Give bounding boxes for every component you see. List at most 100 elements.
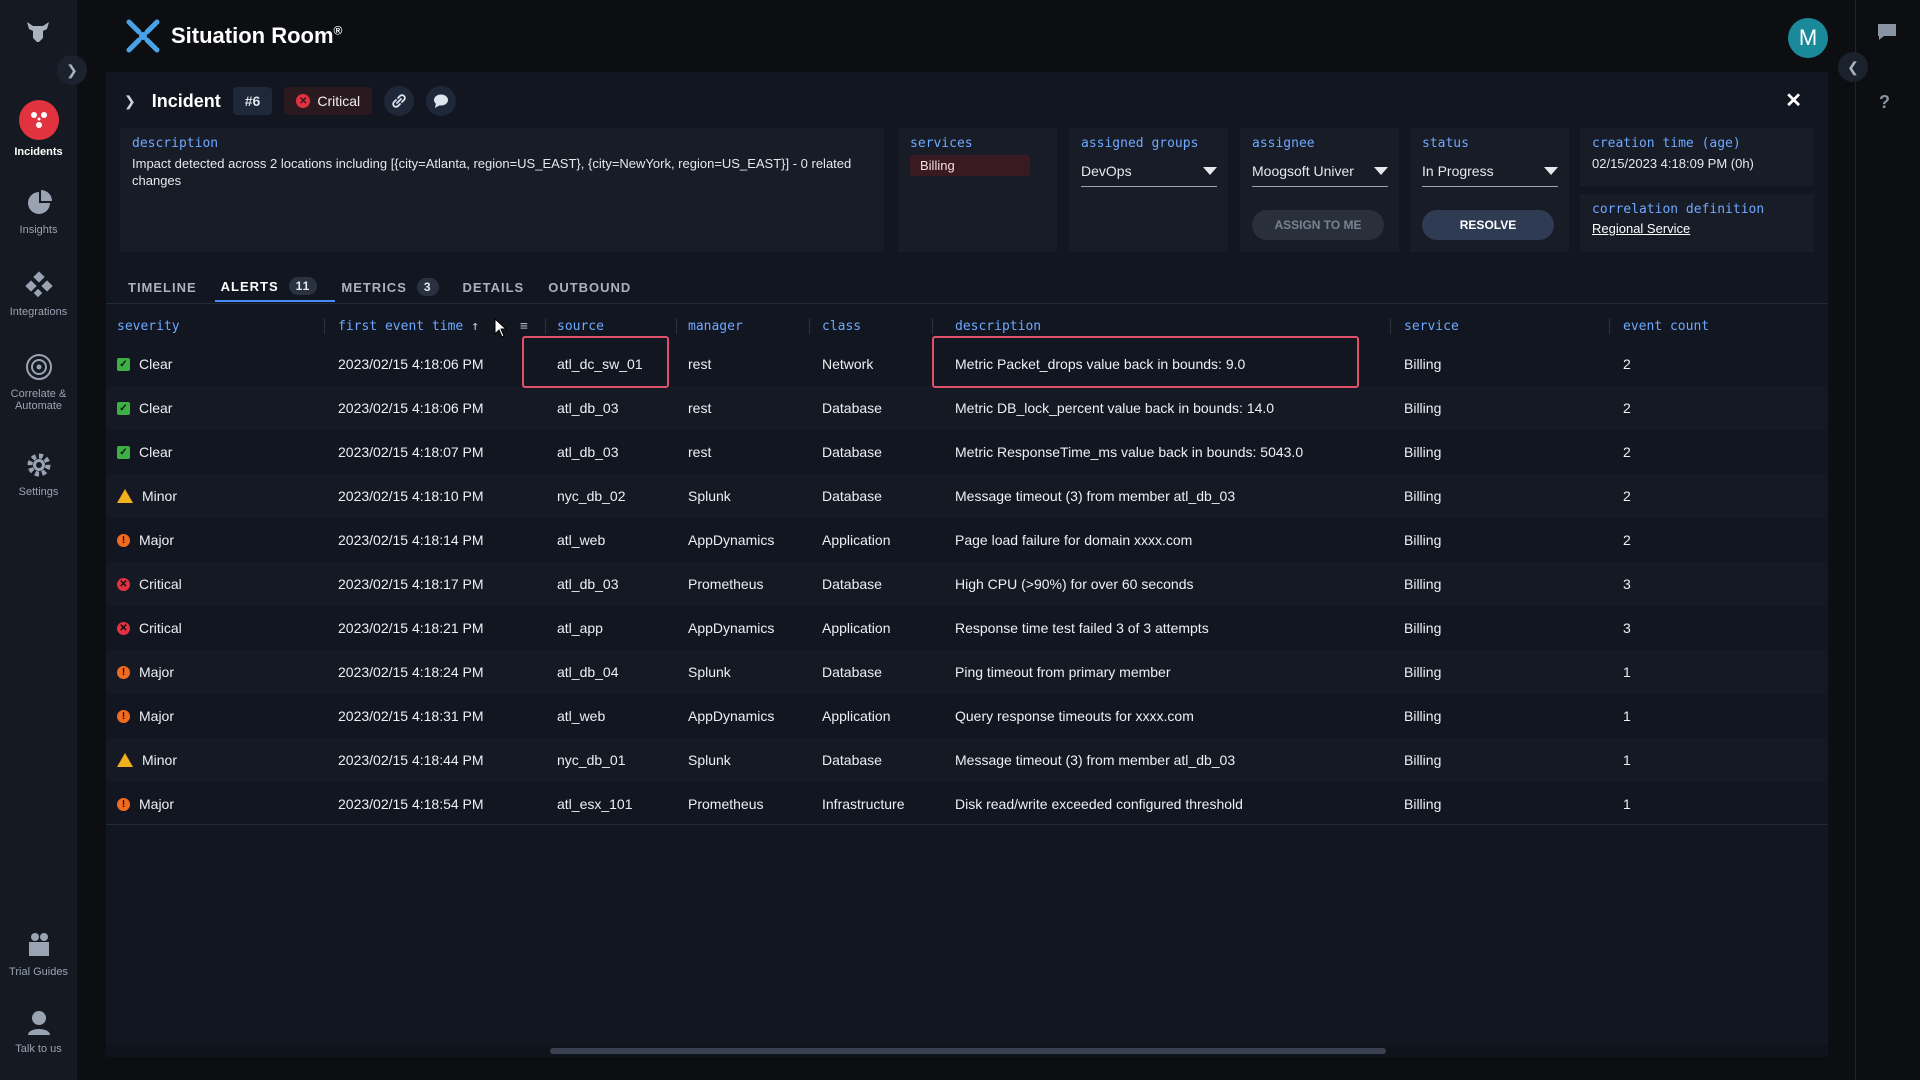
tab-metrics[interactable]: METRICS 3 (335, 272, 456, 302)
tab-details[interactable]: DETAILS (457, 272, 543, 302)
table-row[interactable]: ! Major 2023/02/15 4:18:31 PM atl_web AppDyn… (106, 694, 1828, 738)
column-header-service[interactable]: service (1404, 312, 1459, 340)
major-severity-icon: ! (117, 533, 130, 547)
column-header-first-event-time[interactable]: first event time ↑ (338, 312, 479, 340)
column-divider[interactable] (1609, 318, 1610, 334)
table-row[interactable]: ! Major 2023/02/15 4:18:24 PM atl_db_04 Splu… (106, 650, 1828, 694)
expand-nav-button[interactable]: ❯ (57, 55, 87, 85)
cell-time: 2023/02/15 4:18:10 PM (338, 474, 484, 518)
column-divider[interactable] (1390, 318, 1391, 334)
caret-down-icon (1374, 167, 1388, 175)
column-divider[interactable] (545, 318, 546, 334)
cell-severity: ! Major (117, 518, 174, 562)
close-icon[interactable]: ✕ (1785, 88, 1802, 113)
cell-class: Network (822, 342, 873, 386)
service-text: Billing (1404, 532, 1442, 548)
tab-alerts[interactable]: ALERTS 11 (214, 272, 336, 302)
correlation-link[interactable]: Regional Service (1592, 221, 1802, 236)
nav-item-trial-guides[interactable]: Trial Guides (0, 930, 77, 978)
column-header-manager[interactable]: manager (688, 312, 743, 340)
assigned-groups-dropdown[interactable]: DevOps (1081, 157, 1217, 187)
severity-text: Clear (139, 400, 173, 416)
count-text: 1 (1623, 664, 1631, 680)
comment-button[interactable] (426, 86, 457, 116)
table-row[interactable]: ! Major 2023/02/15 4:18:54 PM atl_esx_101 Pr… (106, 782, 1828, 826)
manager-text: Splunk (688, 664, 731, 680)
moogsoft-logo-icon[interactable] (23, 16, 53, 46)
cell-severity: ✕ Critical (117, 562, 182, 606)
manager-text: rest (688, 356, 712, 372)
correlate-icon (25, 354, 52, 380)
severity-text: Critical (139, 620, 182, 636)
manager-text: rest (688, 400, 712, 416)
creation-time-label: creation time (age) (1592, 136, 1741, 151)
table-row[interactable]: Minor 2023/02/15 4:18:44 PM nyc_db_01 Splun… (106, 738, 1828, 782)
table-row[interactable]: ✕ Critical 2023/02/15 4:18:21 PM atl_app App… (106, 606, 1828, 650)
count-text: 3 (1623, 620, 1631, 636)
scrollbar-thumb[interactable] (550, 1048, 1386, 1054)
column-divider[interactable] (324, 318, 325, 334)
table-row[interactable]: ! Major 2023/02/15 4:18:14 PM atl_web AppDyn… (106, 518, 1828, 562)
nav-item-incidents[interactable]: Incidents (0, 100, 77, 158)
tab-timeline[interactable]: TIMELINE (122, 272, 215, 302)
column-header-event-count[interactable]: event count (1623, 312, 1709, 340)
nav-item-insights[interactable]: Insights (0, 188, 77, 236)
nav-item-integrations[interactable]: Integrations (0, 270, 77, 318)
description-text: Query response timeouts for xxxx.com (955, 708, 1194, 724)
assignee-dropdown[interactable]: Moogsoft Univer (1252, 157, 1388, 187)
cell-description: Query response timeouts for xxxx.com (955, 694, 1194, 738)
nav-item-settings[interactable]: Settings (0, 450, 77, 498)
assign-to-me-button[interactable]: ASSIGN TO ME (1252, 210, 1384, 240)
chat-icon[interactable] (1876, 22, 1898, 42)
cell-severity: ✕ Critical (117, 606, 182, 650)
cell-manager: AppDynamics (688, 518, 774, 562)
creation-time-value: 02/15/2023 4:18:09 PM (0h) (1592, 156, 1754, 171)
collapse-right-button[interactable]: ❮ (1838, 52, 1868, 82)
cell-description: Response time test failed 3 of 3 attempt… (955, 606, 1209, 650)
status-dropdown[interactable]: In Progress (1422, 157, 1558, 187)
cell-description: Disk read/write exceeded configured thre… (955, 782, 1243, 826)
class-text: Database (822, 664, 882, 680)
column-divider[interactable] (676, 318, 677, 334)
severity-text: Minor (142, 752, 178, 768)
chevron-down-icon[interactable]: ❯ (124, 93, 136, 110)
cell-manager: Splunk (688, 650, 731, 694)
status-card: status In Progress RESOLVE (1410, 128, 1569, 252)
column-header-class[interactable]: class (822, 312, 861, 340)
nav-item-talk-to-us[interactable]: Talk to us (0, 1007, 77, 1055)
incident-tabs: TIMELINE ALERTS 11 METRICS 3 DETAILS OUTBO… (122, 272, 649, 302)
description-label: description (132, 136, 219, 151)
talk-to-us-icon (27, 1011, 50, 1035)
major-severity-icon: ! (117, 709, 130, 723)
tabs-divider (106, 303, 1828, 304)
cell-severity: Minor (117, 738, 177, 782)
highlight-box-description (932, 336, 1359, 388)
cell-source: atl_web (557, 518, 605, 562)
cell-manager: rest (688, 430, 711, 474)
user-avatar[interactable]: M (1788, 18, 1828, 58)
count-text: 1 (1623, 708, 1631, 724)
cell-manager: Splunk (688, 738, 731, 782)
tab-outbound[interactable]: OUTBOUND (542, 272, 649, 302)
cell-source: nyc_db_01 (557, 738, 626, 782)
app-brand: Situation Room® (125, 18, 342, 54)
resolve-button[interactable]: RESOLVE (1422, 210, 1554, 240)
table-bottom-divider (106, 824, 1828, 825)
right-rail: ? (1855, 0, 1920, 1080)
help-icon[interactable]: ? (1879, 92, 1890, 113)
table-row[interactable]: ✓ Clear 2023/02/15 4:18:06 PM atl_db_03 rest… (106, 386, 1828, 430)
incident-panel: ❯ Incident #6 ✕ Critical ✕ description I… (106, 72, 1828, 1057)
column-divider[interactable] (809, 318, 810, 334)
horizontal-scrollbar[interactable] (106, 1045, 1828, 1057)
link-icon (392, 94, 406, 108)
table-row[interactable]: Minor 2023/02/15 4:18:10 PM nyc_db_02 Splun… (106, 474, 1828, 518)
nav-item-correlate[interactable]: Correlate & Automate (0, 352, 77, 412)
nav-label: Incidents (14, 146, 63, 158)
link-button[interactable] (384, 86, 415, 116)
table-row[interactable]: ✕ Critical 2023/02/15 4:18:17 PM atl_db_03 P… (106, 562, 1828, 606)
column-header-severity[interactable]: severity (117, 312, 180, 340)
service-tag[interactable]: Billing (910, 155, 1030, 176)
column-divider[interactable] (932, 318, 933, 334)
source-text: nyc_db_02 (557, 488, 626, 504)
table-row[interactable]: ✓ Clear 2023/02/15 4:18:07 PM atl_db_03 rest… (106, 430, 1828, 474)
